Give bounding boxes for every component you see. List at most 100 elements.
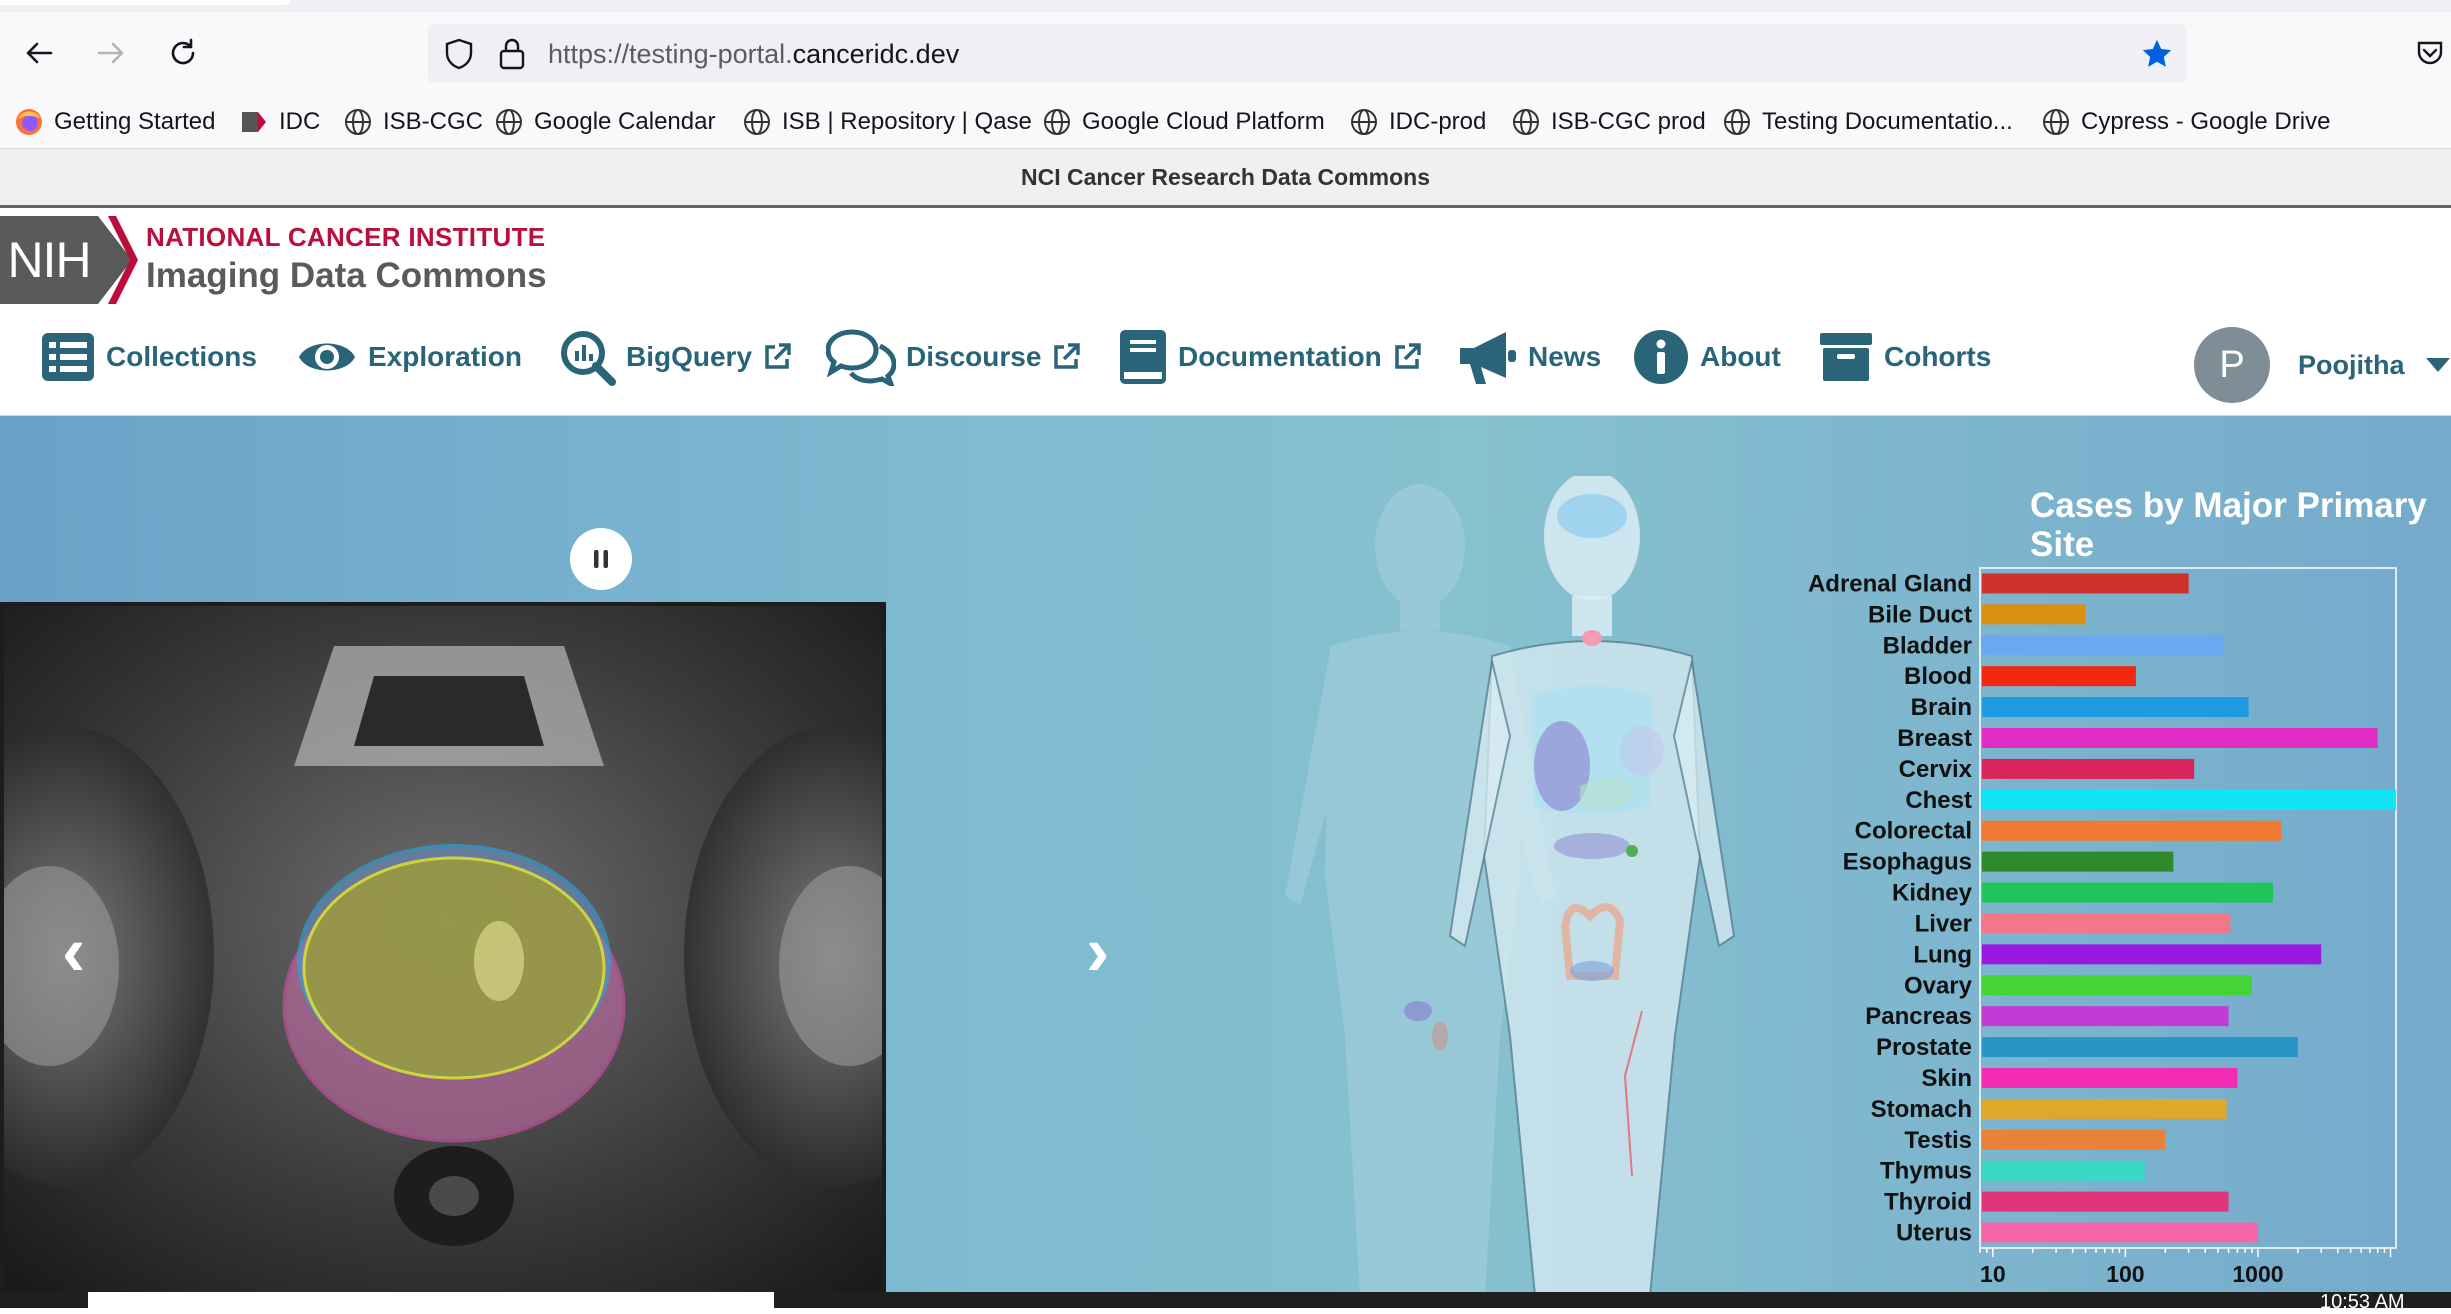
chart-bar[interactable] (1982, 573, 2189, 594)
chart-category-label: Stomach (1871, 1096, 1972, 1123)
chart-bar[interactable] (1982, 882, 2274, 903)
chart-bar[interactable] (1982, 975, 2252, 996)
comments-icon (826, 328, 896, 386)
chart-bar[interactable] (1982, 666, 2136, 687)
institute-name: NATIONAL CANCER INSTITUTE (146, 222, 546, 252)
chart-bar[interactable] (1982, 1129, 2166, 1150)
chart-category-label: Skin (1921, 1065, 1972, 1092)
carousel-prev-button[interactable]: ‹ (62, 916, 85, 986)
chart-tick-label: 10 (1980, 1261, 2006, 1287)
browser-tab-strip (0, 0, 2451, 12)
chart-bar[interactable] (1982, 758, 2195, 779)
chart-bar[interactable] (1982, 1191, 2229, 1212)
archive-icon (1818, 331, 1874, 383)
bookmark-isb-cgc-prod[interactable]: ISB-CGC prod (1511, 106, 1706, 138)
chart-bar[interactable] (1982, 944, 2322, 965)
active-tab[interactable] (0, 0, 290, 5)
shield-icon[interactable] (444, 38, 474, 75)
crdc-notice-bar: NCI Cancer Research Data Commons (0, 149, 2451, 208)
chart-category-label: Chest (1905, 787, 1972, 814)
bookmark-idc-prod[interactable]: IDC-prod (1349, 106, 1486, 138)
chart-bar[interactable] (1982, 1098, 2227, 1119)
nav-documentation[interactable]: Documentation (1118, 326, 1432, 388)
taskbar-clock: 10:53 AM (2320, 1291, 2405, 1313)
chart-category-label: Blood (1904, 663, 1972, 690)
caret-down-icon (2426, 358, 2451, 372)
url-text[interactable]: https://testing-portal.canceridc.dev (548, 39, 959, 70)
nav-discourse[interactable]: Discourse (826, 326, 1091, 388)
forward-icon[interactable] (86, 28, 136, 78)
chart-title: Cases by Major Primary Site (2030, 486, 2427, 564)
chart-category-label: Liver (1915, 910, 1972, 937)
chart-category-label: Kidney (1892, 880, 1973, 907)
chart-bar[interactable] (1982, 1222, 2258, 1243)
chart-bar[interactable] (1982, 604, 2086, 625)
chart-bar[interactable] (1982, 851, 2174, 872)
primary-site-bar-chart[interactable]: Adrenal Gland Bile Duct Bladder Blood Brain B… (1780, 556, 2451, 1292)
back-icon[interactable] (14, 28, 64, 78)
nav-about[interactable]: About (1632, 326, 1781, 388)
chart-bar[interactable] (1982, 1160, 2145, 1181)
bookmarks-bar: Getting Started IDC ISB-CGC Google Calen… (0, 96, 2451, 149)
carousel-image-mri (0, 602, 886, 1292)
nav-cohorts[interactable]: Cohorts (1818, 326, 1991, 388)
nav-collections[interactable]: Collections (40, 326, 257, 388)
bookmark-getting-started[interactable]: Getting Started (14, 106, 215, 138)
chart-category-label: Uterus (1896, 1220, 1972, 1247)
chart-bar[interactable] (1982, 728, 2378, 748)
reload-icon[interactable] (158, 28, 208, 78)
taskbar-search-box[interactable] (88, 1292, 774, 1308)
chart-category-label: Brain (1911, 694, 1972, 721)
bookmark-idc[interactable]: IDC (239, 106, 320, 138)
carousel-next-button[interactable]: › (1086, 916, 1109, 986)
bookmark-star-icon[interactable] (2140, 37, 2174, 76)
bookmark-google-cloud[interactable]: Google Cloud Platform (1042, 106, 1325, 138)
body-illustration[interactable] (1270, 476, 1750, 1292)
bookmark-google-calendar[interactable]: Google Calendar (494, 106, 715, 138)
os-taskbar (0, 1292, 2451, 1308)
globe-icon (1351, 109, 1377, 135)
chart-category-label: Prostate (1876, 1034, 1972, 1061)
globe-icon (744, 109, 770, 135)
globe-icon (496, 109, 522, 135)
user-name: Poojitha (2298, 350, 2405, 380)
carousel-pause-button[interactable] (570, 528, 632, 590)
chart-tick-label: 100 (2106, 1261, 2144, 1287)
nav-exploration[interactable]: Exploration (296, 326, 522, 388)
user-avatar[interactable]: P (2194, 327, 2270, 403)
chart-bar[interactable] (1982, 1068, 2238, 1088)
lock-icon[interactable] (498, 37, 526, 76)
bookmark-testing-docs[interactable]: Testing Documentatio... (1722, 106, 2013, 138)
chart-bar[interactable] (1982, 820, 2282, 841)
chart-bar[interactable] (1982, 697, 2249, 718)
chart-bar[interactable] (1982, 1006, 2229, 1027)
nav-news[interactable]: News (1456, 326, 1601, 388)
address-bar[interactable]: https://testing-portal.canceridc.dev (428, 24, 2186, 83)
bookmark-cypress-drive[interactable]: Cypress - Google Drive (2041, 106, 2330, 138)
globe-icon (1513, 109, 1539, 135)
list-icon (40, 331, 96, 383)
megaphone-icon (1456, 328, 1518, 386)
nav-bigquery[interactable]: BigQuery (558, 326, 802, 388)
eye-icon (296, 331, 358, 383)
user-menu[interactable]: Poojitha (2298, 350, 2451, 381)
chart-category-label: Breast (1897, 725, 1972, 752)
bookmark-isb-cgc[interactable]: ISB-CGC (343, 106, 483, 138)
external-link-icon (1051, 342, 1081, 372)
chart-bar[interactable] (1982, 1037, 2298, 1058)
bookmark-isb-repository[interactable]: ISB | Repository | Qase (742, 106, 1032, 138)
chart-bar[interactable] (1982, 635, 2224, 656)
chart-bar[interactable] (1982, 913, 2231, 934)
bigquery-icon (558, 328, 616, 386)
book-icon (1118, 328, 1168, 386)
chart-category-label: Thymus (1880, 1158, 1972, 1185)
external-link-icon (1392, 342, 1422, 372)
hero-section: ‹ › Cases by Major Primary Site Adrenal … (0, 416, 2451, 1292)
chart-category-label: Ovary (1904, 972, 1973, 999)
pocket-icon[interactable] (2405, 28, 2451, 78)
external-link-icon (762, 342, 792, 372)
female-silhouette (1448, 476, 1736, 1292)
chart-bar[interactable] (1982, 789, 2396, 810)
chart-category-label: Lung (1913, 941, 1972, 968)
chart-category-label: Pancreas (1865, 1003, 1972, 1030)
